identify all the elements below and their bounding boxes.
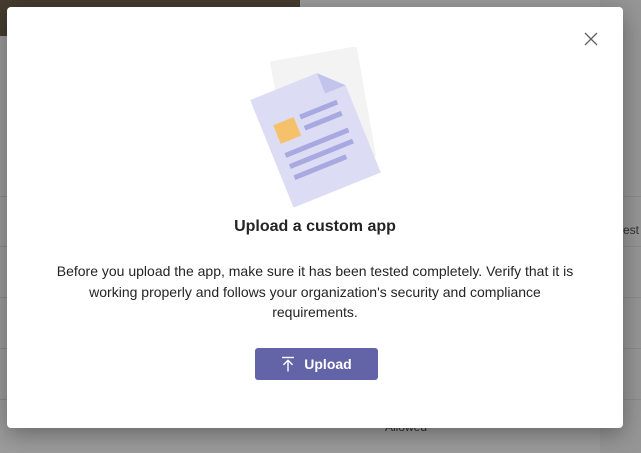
close-icon — [581, 29, 601, 49]
upload-button-label: Upload — [304, 356, 352, 372]
upload-button[interactable]: Upload — [255, 348, 378, 380]
document-illustration — [239, 46, 399, 208]
close-button[interactable] — [581, 29, 601, 49]
dialog-title: Upload a custom app — [234, 218, 396, 235]
dialog-description: Before you upload the app, make sure it … — [56, 263, 574, 320]
upload-custom-app-dialog: Upload a custom app Before you upload th… — [7, 7, 623, 428]
upload-arrow-icon — [281, 356, 295, 372]
